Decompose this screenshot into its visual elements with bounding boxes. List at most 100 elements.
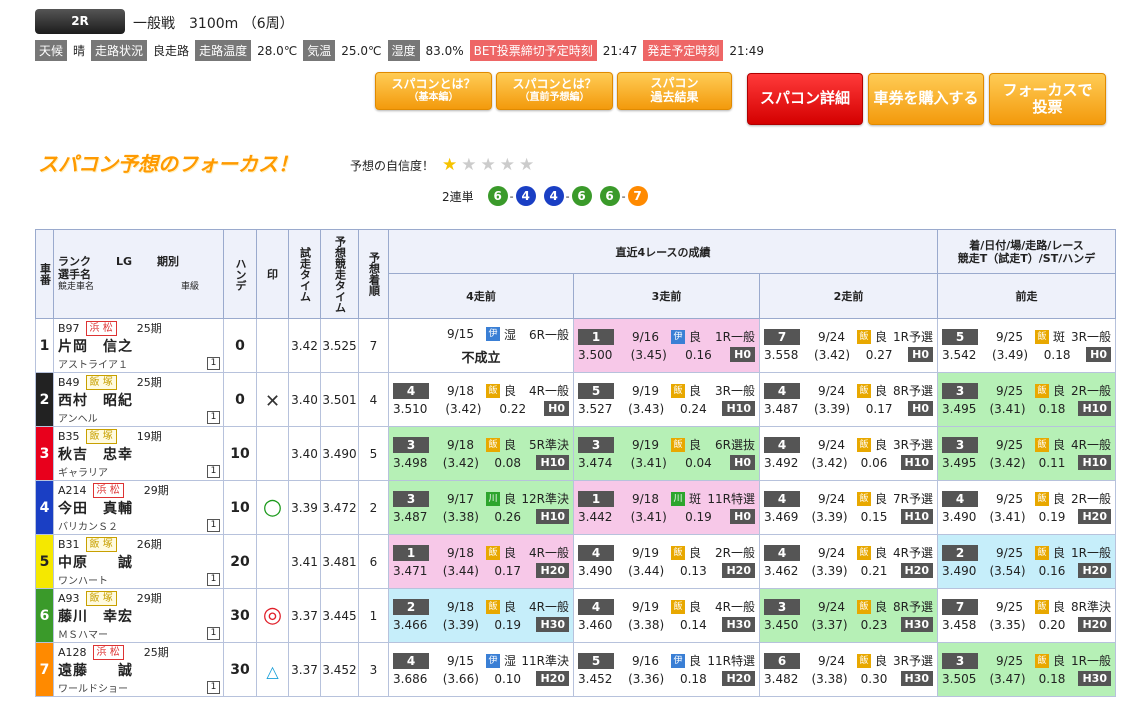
race-result-top: 4 9/25 飯良 2R一般 — [942, 490, 1111, 508]
race-trial-time: (3.37) — [811, 617, 848, 632]
handicap-value: 30 — [223, 588, 257, 643]
race-st: 0.15 — [860, 509, 888, 524]
race-result: 3 9/18 飯良 5R準決 3.498 (3.42) 0.08 H10 — [388, 426, 574, 481]
race-result-bottom: 3.505 (3.47) 0.18 H30 — [942, 670, 1111, 688]
player-term: 29期 — [143, 484, 169, 497]
race-result-bottom: 3.527 (3.43) 0.24 H10 — [578, 400, 755, 418]
race-result: 6 9/24 飯良 3R予選 3.482 (3.38) 0.30 H30 — [758, 642, 939, 697]
race-date: 9/24 — [818, 491, 845, 506]
race-handicap: H30 — [900, 617, 934, 632]
race-result-top: 6 9/24 飯良 3R予選 — [764, 652, 933, 670]
player-name: 藤川 幸宏 — [58, 609, 133, 625]
race-time: 3.487 — [393, 509, 428, 524]
past-results-button[interactable]: スパコン 過去結果 — [617, 72, 732, 110]
race-trial-time: (3.42) — [445, 401, 482, 416]
race-time: 3.558 — [764, 347, 799, 362]
race-st: 0.16 — [1038, 563, 1066, 578]
bike-name: ワールドショー — [58, 684, 128, 695]
humidity-label: 湿度 — [387, 40, 420, 61]
star-icon: ★ — [442, 155, 458, 175]
finish-position: 3 — [942, 652, 979, 669]
finish-position: 2 — [393, 598, 429, 615]
bike-name: ＭＳハマー — [58, 630, 108, 641]
car-number: 2 — [35, 372, 54, 427]
class-badge: 1 — [207, 357, 220, 370]
combo-pair: 6-7 — [599, 186, 648, 206]
surface: 良 — [688, 546, 701, 560]
focus-vote-button[interactable]: フォーカスで 投票 — [989, 73, 1106, 125]
predicted-time: 3.481 — [320, 534, 359, 589]
star-icon: ★ — [480, 155, 496, 175]
bet-close-value: 21:47 — [602, 43, 638, 58]
surface: 良 — [1052, 492, 1065, 506]
race-result-bottom: 3.469 (3.39) 0.15 H10 — [764, 508, 934, 526]
race-st: 0.18 — [1038, 401, 1066, 416]
surface: 湿 — [503, 327, 516, 342]
finish-position: 1 — [578, 328, 614, 345]
race-time: 3.450 — [764, 617, 799, 632]
about-pre-button[interactable]: スパコンとは？ （直前予想編） — [496, 72, 613, 110]
surface: 良 — [688, 654, 701, 668]
venue-icon: 伊 — [485, 327, 500, 341]
race-time: 3.452 — [578, 671, 613, 686]
finish-position: 4 — [578, 598, 614, 615]
race-result-top: 5 9/19 飯良 3R一般 — [578, 382, 755, 400]
confidence-label: 予想の自信度！ — [350, 158, 435, 173]
race-time: 3.505 — [942, 671, 977, 686]
track-label: 走路状況 — [91, 40, 148, 61]
race-date: 9/25 — [996, 329, 1023, 344]
surface: 良 — [503, 600, 516, 614]
about-pre-title: スパコンとは？ — [512, 77, 597, 92]
race-st: 0.18 — [679, 671, 707, 686]
race-trial-time: (3.38) — [442, 509, 479, 524]
race-result-bottom: 3.500 (3.45) 0.16 H0 — [578, 346, 755, 364]
race-date: 9/25 — [996, 383, 1023, 398]
race-class: 2R一般 — [715, 546, 755, 560]
race-time: 3.460 — [578, 617, 613, 632]
race-handicap: H0 — [908, 401, 934, 416]
race-class: 1R予選 — [893, 330, 934, 344]
combo-dash: - — [565, 189, 570, 203]
player-info: A214 浜 松 29期 今田 真輔 バリカンＳ２ 1 — [53, 480, 224, 535]
race-time: 3.495 — [942, 455, 977, 470]
surface: 良 — [874, 600, 887, 614]
about-basic-button[interactable]: スパコンとは？ （基本編） — [375, 72, 492, 110]
venue-icon: 飯 — [670, 599, 685, 614]
predicted-rank: 4 — [358, 372, 389, 427]
car-number: 1 — [35, 318, 54, 373]
race-result-bottom: 3.460 (3.38) 0.14 H30 — [578, 616, 755, 634]
surface: 湿 — [503, 654, 516, 668]
race-result-bottom: 3.487 (3.38) 0.26 H10 — [393, 508, 569, 526]
venue-icon: 伊 — [485, 653, 500, 668]
handicap-value: 10 — [223, 480, 257, 535]
player-lg-badge: 浜 松 — [85, 320, 117, 336]
combo-dash: - — [509, 189, 514, 203]
player-term: 25期 — [136, 376, 162, 389]
buy-ticket-button[interactable]: 車券を購入する — [868, 73, 984, 125]
player-lg-badge: 飯 塚 — [85, 428, 117, 444]
combo-list: 6-44-66-7 — [480, 186, 648, 206]
race-time: 3.498 — [393, 455, 428, 470]
venue-icon: 飯 — [1034, 491, 1049, 506]
bet-type-label: 2連単 — [442, 189, 474, 204]
race-result: 5 9/19 飯良 3R一般 3.527 (3.43) 0.24 H10 — [573, 372, 760, 427]
car-number: 5 — [35, 534, 54, 589]
race-date: 9/25 — [996, 599, 1023, 614]
detail-button[interactable]: スパコン詳細 — [747, 73, 863, 125]
surface: 良 — [688, 600, 701, 614]
race-st: 0.18 — [1043, 347, 1071, 362]
race-handicap: H0 — [544, 401, 569, 416]
race-class: 3R予選 — [893, 654, 934, 668]
header-race4: 4走前 — [388, 273, 574, 319]
race-st: 0.26 — [494, 509, 522, 524]
venue-icon: 飯 — [856, 545, 871, 560]
finish-position: 3 — [393, 490, 429, 507]
race-result-bottom: 3.482 (3.38) 0.30 H30 — [764, 670, 934, 688]
entries-body: 1 B97 浜 松 25期 片岡 信之 アストライア１ 1 0 3.42 3.525 7 9/15 伊湿… — [35, 318, 1117, 697]
race-result-bottom: 3.490 (3.44) 0.13 H20 — [578, 562, 755, 580]
race-result-top: 7 9/25 飯良 8R準決 — [942, 598, 1111, 616]
finish-position: 4 — [764, 544, 800, 561]
car-number: 7 — [35, 642, 54, 697]
star-icon: ★ — [461, 155, 477, 175]
prediction-mark-icon: △ — [266, 661, 279, 681]
